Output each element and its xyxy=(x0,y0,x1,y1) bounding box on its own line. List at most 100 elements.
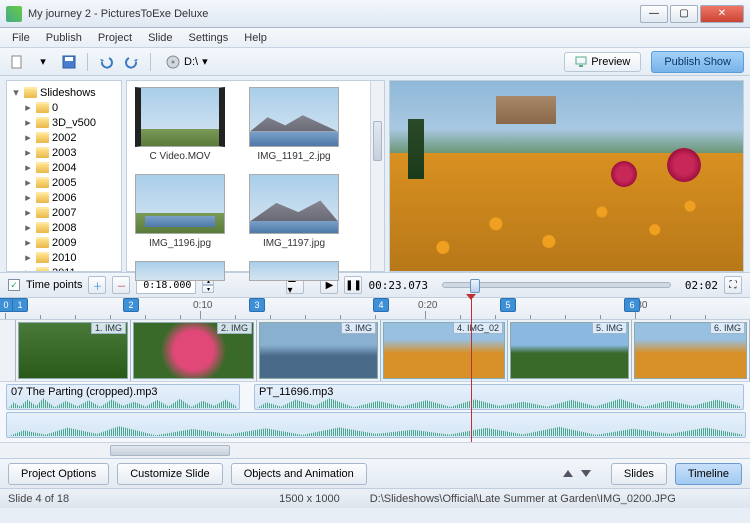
current-time: 00:23.073 xyxy=(368,279,428,292)
timeline-scrollbar[interactable] xyxy=(0,442,750,458)
project-options-button[interactable]: Project Options xyxy=(8,463,109,485)
folder-icon xyxy=(36,147,49,158)
customize-slide-button[interactable]: Customize Slide xyxy=(117,463,222,485)
clip[interactable]: 6. IMG xyxy=(632,320,750,381)
clip[interactable]: 3. IMG xyxy=(257,320,381,381)
menu-project[interactable]: Project xyxy=(90,30,140,46)
audio-label: PT_11696.mp3 xyxy=(259,386,333,398)
folder-icon xyxy=(36,162,49,173)
objects-animation-button[interactable]: Objects and Animation xyxy=(231,463,367,485)
seek-knob[interactable] xyxy=(470,279,480,293)
slides-view-button[interactable]: Slides xyxy=(611,463,667,485)
tree-item[interactable]: ▸0 xyxy=(9,100,119,115)
tree-item[interactable]: ▸2008 xyxy=(9,220,119,235)
thumb-item[interactable]: IMG_1196.jpg xyxy=(133,174,227,249)
playhead[interactable] xyxy=(471,298,472,458)
preview-pane[interactable] xyxy=(389,80,744,272)
seek-slider[interactable] xyxy=(442,282,671,288)
thumb-label: IMG_1196.jpg xyxy=(149,238,211,249)
pause-button[interactable]: ❚❚ xyxy=(344,276,362,294)
undo-button[interactable] xyxy=(95,51,117,73)
timeline: 0:10 0:20 0:30 0 1 2 3 4 5 6 1. IMG 2. I… xyxy=(0,298,750,458)
timepoints-checkbox[interactable]: ✓ xyxy=(8,279,20,291)
total-time: 02:02 xyxy=(685,279,718,292)
folder-icon xyxy=(36,117,49,128)
slide-marker[interactable]: 5 xyxy=(500,298,516,312)
bottom-toolbar: Project Options Customize Slide Objects … xyxy=(0,458,750,488)
tree-item[interactable]: ▸2004 xyxy=(9,160,119,175)
open-dropdown[interactable]: ▾ xyxy=(32,51,54,73)
audio-clip[interactable]: PT_11696.mp3 xyxy=(254,384,744,410)
tree-item[interactable]: ▸2010 xyxy=(9,250,119,265)
clip[interactable]: 2. IMG xyxy=(131,320,257,381)
clip[interactable]: 5. IMG xyxy=(508,320,632,381)
clip-label: 2. IMG xyxy=(217,322,252,334)
slide-marker[interactable]: 1 xyxy=(12,298,28,312)
save-button[interactable] xyxy=(58,51,80,73)
menu-settings[interactable]: Settings xyxy=(181,30,237,46)
collapse-up-button[interactable] xyxy=(563,470,573,477)
monitor-icon xyxy=(575,56,587,68)
thumb-item[interactable]: C Video.MOV xyxy=(133,87,227,162)
clip-label: 4. IMG_02 xyxy=(453,322,503,334)
maximize-button[interactable]: ▢ xyxy=(670,5,698,23)
tree-root[interactable]: ▾Slideshows xyxy=(9,85,119,100)
audio-clip[interactable]: 07 The Parting (cropped).mp3 xyxy=(6,384,240,410)
audio-tracks[interactable]: 07 The Parting (cropped).mp3 PT_11696.mp… xyxy=(0,382,750,442)
close-button[interactable]: ✕ xyxy=(700,5,744,23)
tree-item[interactable]: ▸3D_v500 xyxy=(9,115,119,130)
clips-track[interactable]: 1. IMG 2. IMG 3. IMG 4. IMG_02 5. IMG 6.… xyxy=(0,320,750,382)
tree-item[interactable]: ▸2011 xyxy=(9,265,119,272)
menu-publish[interactable]: Publish xyxy=(38,30,90,46)
slide-marker[interactable]: 4 xyxy=(373,298,389,312)
audio-clip[interactable] xyxy=(6,412,746,438)
publish-button[interactable]: Publish Show xyxy=(651,51,744,73)
thumb-item[interactable] xyxy=(247,261,341,281)
tree-item[interactable]: ▸2006 xyxy=(9,190,119,205)
slide-marker[interactable]: 2 xyxy=(123,298,139,312)
folder-icon xyxy=(24,87,37,98)
audio-label: 07 The Parting (cropped).mp3 xyxy=(11,386,158,398)
scrollbar-handle[interactable] xyxy=(373,121,382,161)
folder-icon xyxy=(36,192,49,203)
clip-selected[interactable]: 4. IMG_02 xyxy=(381,320,508,381)
tree-item[interactable]: ▸2007 xyxy=(9,205,119,220)
tree-item[interactable]: ▸2005 xyxy=(9,175,119,190)
menu-slide[interactable]: Slide xyxy=(140,30,180,46)
ruler-label: 0:10 xyxy=(193,300,212,311)
disk-icon xyxy=(166,55,180,69)
clip[interactable] xyxy=(0,320,16,381)
tree-item[interactable]: ▸2002 xyxy=(9,130,119,145)
minimize-button[interactable]: — xyxy=(640,5,668,23)
toolbar: ▾ D:\ ▾ Preview Publish Show xyxy=(0,48,750,76)
tree-item[interactable]: ▸2009 xyxy=(9,235,119,250)
scrollbar-handle[interactable] xyxy=(110,445,230,456)
expand-down-button[interactable] xyxy=(581,470,591,477)
thumb-item[interactable] xyxy=(133,261,227,281)
thumbnail-pane[interactable]: C Video.MOV IMG_1191_2.jpg IMG_1196.jpg … xyxy=(126,80,385,272)
menu-file[interactable]: File xyxy=(4,30,38,46)
menu-help[interactable]: Help xyxy=(236,30,275,46)
timeline-view-button[interactable]: Timeline xyxy=(675,463,742,485)
redo-button[interactable] xyxy=(121,51,143,73)
fullscreen-button[interactable]: ⛶ xyxy=(724,276,742,294)
timeline-ruler[interactable]: 0:10 0:20 0:30 0 1 2 3 4 5 6 xyxy=(0,298,750,320)
slide-marker[interactable]: 3 xyxy=(249,298,265,312)
disk-selector[interactable]: D:\ ▾ xyxy=(158,55,216,69)
thumb-item[interactable]: IMG_1191_2.jpg xyxy=(247,87,341,162)
new-button[interactable] xyxy=(6,51,28,73)
folder-tree[interactable]: ▾Slideshows ▸0 ▸3D_v500 ▸2002 ▸2003 ▸200… xyxy=(6,80,122,272)
thumbs-scrollbar[interactable] xyxy=(370,81,384,271)
add-timepoint-button[interactable]: ＋ xyxy=(88,276,106,294)
preview-button[interactable]: Preview xyxy=(564,52,641,72)
thumb-item[interactable]: IMG_1197.jpg xyxy=(247,174,341,249)
remove-timepoint-button[interactable]: － xyxy=(112,276,130,294)
thumb-label: IMG_1191_2.jpg xyxy=(257,151,330,162)
slide-marker[interactable]: 6 xyxy=(624,298,640,312)
chevron-down-icon: ▾ xyxy=(202,55,208,68)
clip[interactable]: 1. IMG xyxy=(16,320,131,381)
transport-bar: ✓ Time points ＋ － 0:18.000 ▴▾ ☰ ▾ ▶ ❚❚ 0… xyxy=(0,272,750,298)
folder-icon xyxy=(36,132,49,143)
thumb-label: IMG_1197.jpg xyxy=(263,238,325,249)
tree-item[interactable]: ▸2003 xyxy=(9,145,119,160)
